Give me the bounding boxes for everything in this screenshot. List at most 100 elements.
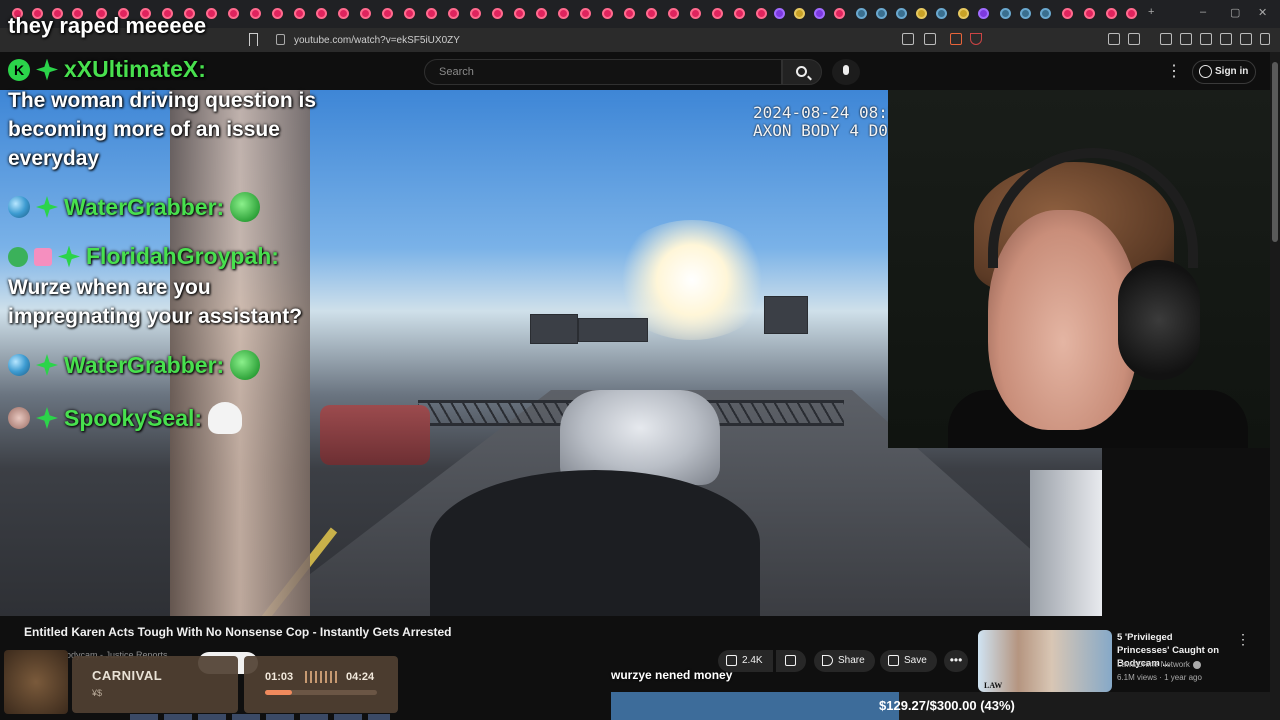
- track-time-current: 01:03: [265, 671, 294, 683]
- tab-favicon-icon[interactable]: [602, 8, 613, 19]
- tab-favicon-icon[interactable]: [558, 8, 569, 19]
- tab-favicon-icon[interactable]: [448, 8, 459, 19]
- tab-favicon-icon[interactable]: [294, 8, 305, 19]
- tab-favicon-icon[interactable]: [668, 8, 679, 19]
- sub-badge-icon: [36, 196, 58, 218]
- tab-favicon-icon[interactable]: [1040, 8, 1051, 19]
- tab-favicon-icon[interactable]: [856, 8, 867, 19]
- media-icon[interactable]: [1160, 33, 1172, 45]
- screenshot-icon[interactable]: [1128, 33, 1140, 45]
- close-icon[interactable]: ✕: [1258, 6, 1267, 19]
- tab-favicon-icon[interactable]: [228, 8, 239, 19]
- tab-favicon-icon[interactable]: [916, 8, 927, 19]
- maximize-icon[interactable]: ▢: [1230, 6, 1240, 19]
- chat-top-message: they raped meeeee: [8, 13, 207, 38]
- tab-favicon-icon[interactable]: [834, 8, 845, 19]
- tab-favicon-icon[interactable]: [624, 8, 635, 19]
- sign-in-label: Sign in: [1215, 66, 1249, 77]
- tab-favicon-icon[interactable]: [1106, 8, 1117, 19]
- tab-favicon-icon[interactable]: [1020, 8, 1031, 19]
- tab-favicon-icon[interactable]: [1126, 8, 1137, 19]
- cast-icon[interactable]: [902, 33, 914, 45]
- player-time-card: [244, 656, 398, 713]
- tab-favicon-icon[interactable]: [580, 8, 591, 19]
- tab-favicon-icon[interactable]: [1062, 8, 1073, 19]
- brave-shield-icon[interactable]: [950, 33, 962, 45]
- tab-favicon-icon[interactable]: [426, 8, 437, 19]
- tab-favicon-icon[interactable]: [470, 8, 481, 19]
- tab-favicon-icon[interactable]: [338, 8, 349, 19]
- scrollbar-thumb[interactable]: [1272, 62, 1278, 242]
- sub-badge-icon: [36, 407, 58, 429]
- chat-username: xXUltimateX:: [64, 56, 206, 82]
- dislike-button[interactable]: [776, 650, 806, 672]
- tab-favicon-icon[interactable]: [316, 8, 327, 19]
- more-actions-button[interactable]: •••: [944, 650, 968, 672]
- wallet-icon[interactable]: [1200, 33, 1212, 45]
- sidebar-icon[interactable]: [1180, 33, 1192, 45]
- tab-favicon-icon[interactable]: [404, 8, 415, 19]
- video-title: Entitled Karen Acts Tough With No Nonsen…: [24, 625, 452, 639]
- tab-favicon-icon[interactable]: [1000, 8, 1011, 19]
- voice-search-icon[interactable]: [832, 59, 860, 85]
- search-icon: [796, 66, 807, 77]
- url-field[interactable]: youtube.com/watch?v=ekSF5iUX0ZY: [268, 32, 988, 49]
- vpn-icon[interactable]: [1220, 33, 1232, 45]
- tab-favicon-icon[interactable]: [712, 8, 723, 19]
- recommended-menu-icon[interactable]: ⋮: [1236, 631, 1250, 648]
- chat-message: WaterGrabber:: [8, 350, 261, 380]
- tab-favicon-icon[interactable]: [734, 8, 745, 19]
- share-label: Share: [838, 655, 865, 666]
- new-tab-icon[interactable]: +: [1148, 6, 1154, 18]
- share-page-icon[interactable]: [924, 33, 936, 45]
- rewards-icon[interactable]: [970, 33, 982, 45]
- recommended-thumbnail[interactable]: LAW: [978, 630, 1112, 692]
- tab-favicon-icon[interactable]: [382, 8, 393, 19]
- tab-favicon-icon[interactable]: [646, 8, 657, 19]
- globe-badge-icon: [8, 196, 30, 218]
- tab-favicon-icon[interactable]: [756, 8, 767, 19]
- tab-favicon-icon[interactable]: [978, 8, 989, 19]
- save-button[interactable]: Save: [880, 650, 937, 672]
- tab-favicon-icon[interactable]: [690, 8, 701, 19]
- chat-message: WaterGrabber:: [8, 192, 261, 222]
- share-button[interactable]: Share: [814, 650, 875, 672]
- chat-message: K xXUltimateX:: [8, 56, 206, 83]
- taskbar-strip: [130, 714, 390, 720]
- donation-goal-text: $129.27/$300.00 (43%): [879, 698, 1015, 713]
- save-icon: [888, 655, 899, 666]
- settings-menu-icon[interactable]: ⋮: [1166, 62, 1182, 82]
- tab-favicon-icon[interactable]: [360, 8, 371, 19]
- tab-favicon-icon[interactable]: [794, 8, 805, 19]
- like-count: 2.4K: [742, 655, 763, 666]
- tab-favicon-icon[interactable]: [814, 8, 825, 19]
- tab-favicon-icon[interactable]: [272, 8, 283, 19]
- pepe-emote-icon: [230, 350, 261, 380]
- tab-favicon-icon[interactable]: [936, 8, 947, 19]
- tab-favicon-icon[interactable]: [206, 8, 217, 19]
- tab-favicon-icon[interactable]: [250, 8, 261, 19]
- tab-favicon-icon[interactable]: [896, 8, 907, 19]
- tab-favicon-icon[interactable]: [774, 8, 785, 19]
- share-icon: [822, 655, 833, 666]
- recommended-channel[interactable]: Law&Crime Network: [1117, 660, 1201, 669]
- track-title: CARNIVAL: [92, 668, 163, 683]
- tab-favicon-icon[interactable]: [536, 8, 547, 19]
- globe-badge-icon: [8, 354, 30, 376]
- shield-icon[interactable]: [1240, 33, 1252, 45]
- sign-in-button[interactable]: Sign in: [1192, 60, 1256, 84]
- bookmark-icon[interactable]: [249, 33, 258, 46]
- tab-favicon-icon[interactable]: [958, 8, 969, 19]
- tab-favicon-icon[interactable]: [1084, 8, 1095, 19]
- menu-icon[interactable]: [1260, 33, 1270, 45]
- tab-favicon-icon[interactable]: [492, 8, 503, 19]
- tab-favicon-icon[interactable]: [876, 8, 887, 19]
- chat-text: The woman driving question is becoming m…: [8, 86, 316, 173]
- heart-badge-icon: [8, 246, 28, 267]
- minimize-icon[interactable]: –: [1200, 6, 1206, 18]
- extensions-icon[interactable]: [1108, 33, 1120, 45]
- tab-favicon-icon[interactable]: [514, 8, 525, 19]
- search-input[interactable]: Search: [424, 59, 782, 85]
- search-button[interactable]: [782, 59, 822, 85]
- chat-text-line: Wurze when are you: [8, 276, 211, 299]
